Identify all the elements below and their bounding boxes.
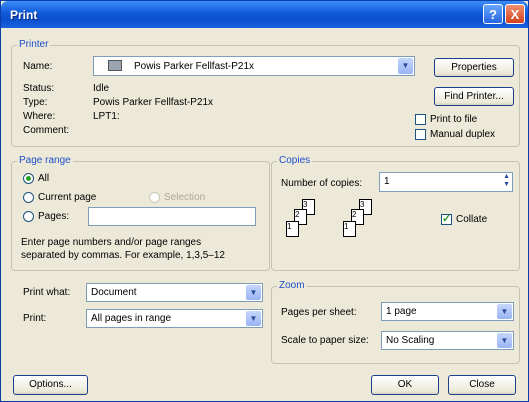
close-button[interactable]: Close: [448, 375, 516, 395]
printer-group-label: Printer: [17, 39, 51, 50]
current-page-radio-label[interactable]: Current page: [38, 192, 96, 203]
print-range-value: All pages in range: [91, 313, 172, 324]
printer-name-value: Powis Parker Fellfast-P21x: [134, 61, 255, 72]
number-of-copies-label: Number of copies:: [281, 178, 363, 189]
status-value: Idle: [93, 83, 110, 94]
chevron-down-icon[interactable]: ▼: [246, 285, 261, 300]
scale-to-paper-size-select[interactable]: No Scaling ▼: [381, 331, 514, 350]
collate-icon-set-1: 3 2 1: [284, 199, 329, 249]
manual-duplex-checkbox[interactable]: [415, 129, 426, 140]
print-label: Print:: [23, 313, 47, 324]
chevron-down-icon[interactable]: ▼: [497, 304, 512, 319]
properties-button[interactable]: Properties: [434, 58, 514, 77]
number-of-copies-value: 1: [384, 176, 390, 187]
checkmark-icon: ✓: [442, 213, 452, 225]
chevron-down-icon[interactable]: ▼: [497, 333, 512, 348]
pages-radio-label[interactable]: Pages:: [38, 211, 69, 222]
copies-group-label: Copies: [277, 155, 313, 166]
status-label: Status:: [23, 83, 55, 94]
spinner-down-icon[interactable]: ▼: [503, 181, 510, 188]
print-to-file-checkbox[interactable]: [415, 114, 426, 125]
page-range-help-line-2: separated by commas. For example, 1,3,5–…: [21, 250, 225, 261]
window-title: Print: [10, 8, 38, 22]
zoom-group: [271, 286, 520, 364]
scale-to-paper-size-value: No Scaling: [386, 335, 435, 346]
close-window-button[interactable]: X: [505, 4, 525, 24]
print-what-value: Document: [91, 287, 137, 298]
where-value: LPT1:: [93, 111, 120, 122]
print-what-select[interactable]: Document ▼: [86, 283, 263, 302]
chevron-down-icon[interactable]: ▼: [398, 58, 413, 74]
find-printer-button-label: Find Printer...: [444, 91, 504, 102]
spinner-up-icon[interactable]: ▲: [503, 173, 510, 180]
scale-to-paper-size-label: Scale to paper size:: [281, 335, 369, 346]
collate-page-icon: 1: [286, 221, 299, 237]
radio-selected-dot: [26, 176, 31, 181]
pages-per-sheet-value: 1 page: [386, 306, 417, 317]
type-value: Powis Parker Fellfast-P21x: [93, 97, 214, 108]
collate-page-icon: 1: [343, 221, 356, 237]
title-bar[interactable]: Print ? X: [1, 1, 528, 28]
print-to-file-label[interactable]: Print to file: [430, 114, 477, 125]
pages-per-sheet-label: Pages per sheet:: [281, 307, 357, 318]
options-button-label: Options...: [29, 379, 72, 390]
manual-duplex-label[interactable]: Manual duplex: [430, 129, 495, 140]
pages-radio[interactable]: [23, 211, 34, 222]
name-label: Name:: [23, 61, 53, 72]
zoom-group-label: Zoom: [277, 280, 307, 291]
pages-per-sheet-select[interactable]: 1 page ▼: [381, 302, 514, 321]
print-range-select[interactable]: All pages in range ▼: [86, 309, 263, 328]
current-page-radio[interactable]: [23, 192, 34, 203]
ok-button-label: OK: [397, 379, 413, 390]
print-dialog: Print ? X Printer Name: Powis Parker Fel…: [0, 0, 529, 402]
pages-input[interactable]: [88, 207, 256, 226]
all-radio-label[interactable]: All: [38, 173, 49, 184]
collate-checkbox[interactable]: ✓: [441, 213, 452, 225]
printer-icon: [108, 60, 122, 71]
collate-icon-set-2: 3 2 1: [341, 199, 386, 249]
selection-radio: [149, 192, 160, 203]
all-radio[interactable]: [23, 173, 34, 184]
number-of-copies-input[interactable]: 1 ▲ ▼: [379, 172, 513, 192]
find-printer-button[interactable]: Find Printer...: [434, 87, 514, 106]
collate-label[interactable]: Collate: [456, 214, 487, 225]
properties-button-label: Properties: [451, 62, 497, 73]
page-range-group-label: Page range: [17, 155, 73, 166]
selection-radio-label: Selection: [164, 192, 206, 203]
ok-button[interactable]: OK: [371, 375, 439, 395]
help-button[interactable]: ?: [483, 4, 503, 24]
type-label: Type:: [23, 97, 48, 108]
page-range-help-line-1: Enter page numbers and/or page ranges: [21, 237, 202, 248]
printer-name-select[interactable]: Powis Parker Fellfast-P21x ▼: [93, 56, 415, 76]
close-button-label: Close: [469, 379, 495, 390]
options-button[interactable]: Options...: [13, 375, 88, 395]
chevron-down-icon[interactable]: ▼: [246, 311, 261, 326]
comment-label: Comment:: [23, 125, 70, 136]
where-label: Where:: [23, 111, 56, 122]
print-what-label: Print what:: [23, 287, 71, 298]
